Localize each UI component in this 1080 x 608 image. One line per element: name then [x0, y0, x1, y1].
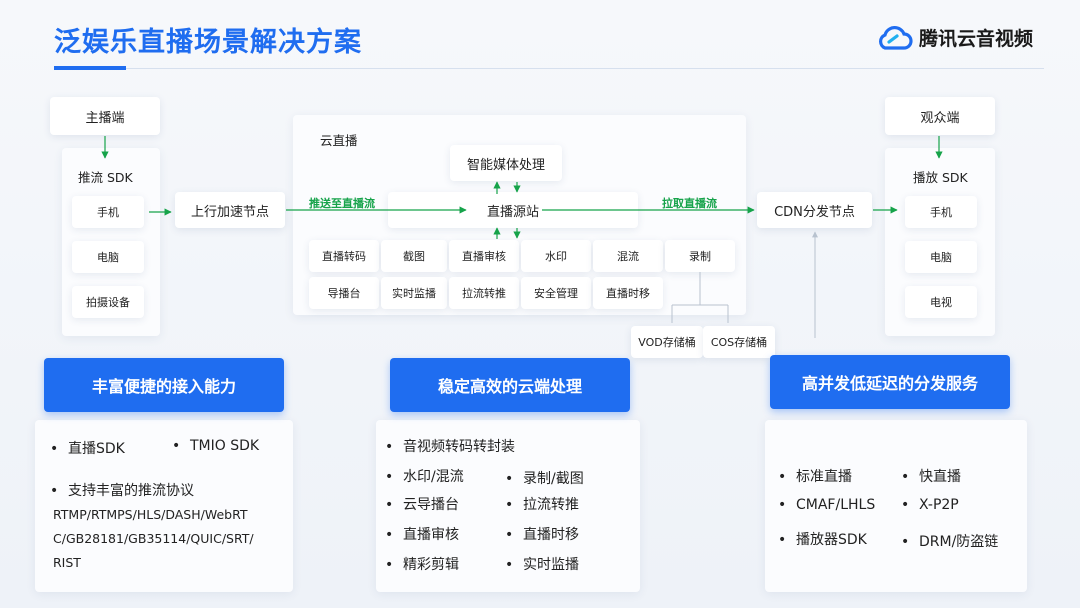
feature-item-monitor-text: 实时监播 [523, 557, 579, 573]
feature-item-live-sdk-text: 直播SDK [68, 441, 125, 457]
feature-item-highlight-text: 精彩剪辑 [403, 557, 459, 573]
feature-item-director-text: 云导播台 [403, 497, 459, 513]
feature-item-drm-text: DRM/防盗链 [919, 534, 999, 550]
feature-item-timeshift-text: 直播时移 [523, 527, 579, 543]
feature-item-record-text: 录制/截图 [523, 471, 584, 487]
feature-item-player-sdk-text: 播放器SDK [796, 532, 867, 548]
feature-item-standard-live: • 标准直播 [778, 469, 852, 485]
feature-item-monitor: • 实时监播 [505, 557, 579, 573]
feature-item-transcode-text: 音视频转码转封装 [403, 439, 515, 455]
feature-item-transcode: • 音视频转码转封装 [385, 439, 515, 455]
feature-item-watermark: • 水印/混流 [385, 469, 464, 485]
feature-item-live-sdk: • 直播SDK [50, 441, 125, 457]
feature-item-record: • 录制/截图 [505, 471, 584, 487]
feature-item-relay-text: 拉流转推 [523, 497, 579, 513]
feature-item-tmio-sdk-text: TMIO SDK [190, 438, 260, 454]
feature-item-highlight: • 精彩剪辑 [385, 557, 459, 573]
feature-title-access: 丰富便捷的接入能力 [44, 358, 284, 412]
feature-item-cmaf-text: CMAF/LHLS [796, 497, 876, 513]
feature-item-review-text: 直播审核 [403, 527, 459, 543]
feature-item-player-sdk: • 播放器SDK [778, 532, 867, 548]
pull-stream-label: 拉取直播流 [662, 197, 717, 210]
feature-item-timeshift: • 直播时移 [505, 527, 579, 543]
feature-item-standard-live-text: 标准直播 [796, 469, 852, 485]
feature-title-processing: 稳定高效的云端处理 [390, 358, 630, 412]
feature-item-watermark-text: 水印/混流 [403, 469, 464, 485]
feature-item-director: • 云导播台 [385, 497, 459, 513]
protocol-line-2: C/GB28181/GB35114/QUIC/SRT/ [53, 531, 254, 546]
protocol-line-1: RTMP/RTMPS/HLS/DASH/WebRT [53, 507, 248, 522]
feature-item-review: • 直播审核 [385, 527, 459, 543]
line-record-to-storage [671, 272, 729, 323]
feature-item-xp2p: • X-P2P [901, 497, 959, 513]
protocol-line-3: RIST [53, 555, 81, 570]
feature-item-drm: • DRM/防盗链 [901, 534, 999, 550]
feature-title-delivery: 高并发低延迟的分发服务 [770, 355, 1010, 409]
feature-item-relay: • 拉流转推 [505, 497, 579, 513]
feature-item-xp2p-text: X-P2P [919, 497, 959, 513]
push-stream-label: 推送至直播流 [309, 197, 375, 210]
feature-item-fast-live: • 快直播 [901, 469, 961, 485]
protocol-list: RTMP/RTMPS/HLS/DASH/WebRT C/GB28181/GB35… [53, 503, 254, 575]
feature-item-protocols: • 支持丰富的推流协议 [50, 483, 194, 499]
feature-item-tmio-sdk: • TMIO SDK [172, 438, 260, 454]
feature-item-cmaf: • CMAF/LHLS [778, 497, 876, 513]
feature-item-fast-live-text: 快直播 [919, 469, 961, 485]
feature-item-protocols-text: 支持丰富的推流协议 [68, 483, 194, 499]
